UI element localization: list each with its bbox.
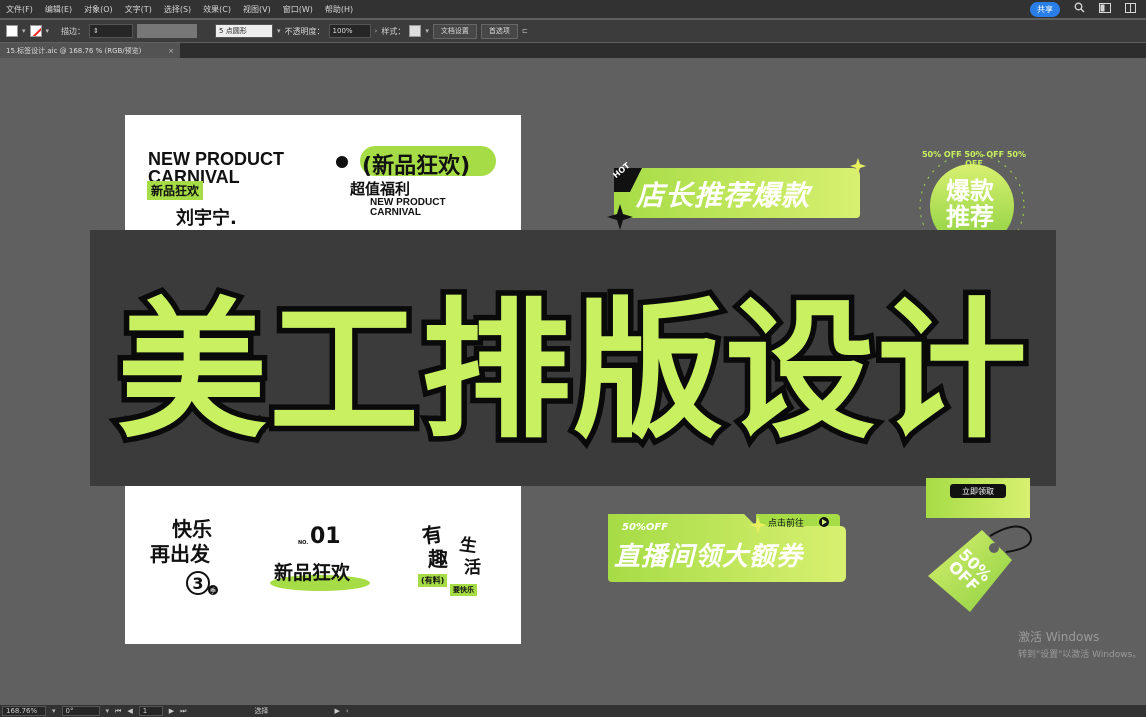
zoom-value: 168.76% <box>6 707 38 715</box>
chevron-down-icon[interactable]: ▾ <box>22 27 26 35</box>
style-swatch[interactable] <box>409 25 422 37</box>
brush-field[interactable]: 5 点圆形 <box>215 24 274 38</box>
menu-effect[interactable]: 效果(C) <box>197 4 237 15</box>
np-tag: 新品狂欢 <box>147 181 204 200</box>
close-icon[interactable]: × <box>168 47 174 55</box>
zoom-field[interactable]: 168.76% <box>2 706 46 716</box>
np-name: 刘宇宁. <box>176 208 237 229</box>
no-text: 新品狂欢 <box>274 562 351 584</box>
document-setup-button[interactable]: 文档设置 <box>432 23 477 39</box>
menu-bar: 文件(F) 编辑(E) 对象(O) 文字(T) 选择(S) 效果(C) 视图(V… <box>0 0 1146 18</box>
shop-banner-text: 店长推荐爆款 <box>636 179 811 212</box>
stroke-weight-field[interactable]: ⇕ <box>89 24 134 38</box>
bullet-dot <box>336 156 348 168</box>
carnival-cn: 新品狂欢 <box>372 154 461 179</box>
menu-edit[interactable]: 编辑(E) <box>39 4 78 15</box>
page-field[interactable]: 1 <box>138 706 163 716</box>
menu-window[interactable]: 窗口(W) <box>277 4 319 15</box>
carnival-en2: CARNIVAL <box>370 207 421 218</box>
menu-view[interactable]: 视图(V) <box>237 4 277 15</box>
document-tab[interactable]: 15.标签设计.aic @ 168.76 % (RGB/预览) × <box>0 43 180 58</box>
chevron-down-icon[interactable]: ▾ <box>425 27 429 35</box>
fun-char-2: 趣 <box>428 547 448 571</box>
menu-select[interactable]: 选择(S) <box>158 4 197 15</box>
workspace-icon[interactable] <box>1099 2 1111 16</box>
fun-tag: (有料) <box>418 574 448 587</box>
scroll-left-icon[interactable]: ‹ <box>346 707 349 715</box>
stroke-swatch[interactable] <box>29 25 42 37</box>
opacity-field[interactable]: 100% <box>328 24 371 38</box>
menu-file[interactable]: 文件(F) <box>0 4 39 15</box>
fun-char-4: 活 <box>464 558 481 578</box>
happy-line2: 再出发 <box>150 542 210 566</box>
preferences-button[interactable]: 首选项 <box>480 23 518 39</box>
control-bar: ▾ ▾ 描边： ⇕ 5 点圆形 ▾ 不透明度： 100% › 样式： ▾ 文档设… <box>0 20 1146 42</box>
first-page-icon[interactable]: ⏮ <box>115 707 121 716</box>
carnival-sub: 超值福利 <box>350 180 411 198</box>
circle-text: 爆款推荐 <box>946 177 994 232</box>
rotate-value: 0° <box>65 707 74 715</box>
menu-object[interactable]: 对象(O) <box>78 4 119 15</box>
search-icon[interactable] <box>1074 2 1085 16</box>
variable-width-field[interactable] <box>137 24 198 38</box>
happy-small: 季 <box>208 585 218 595</box>
fun-sub: 要快乐 <box>450 584 477 596</box>
last-page-icon[interactable]: ⏭ <box>180 707 186 716</box>
prev-page-icon[interactable]: ◀ <box>127 707 132 715</box>
happy-number: 3 <box>186 571 210 595</box>
opacity-label: 不透明度： <box>284 26 325 36</box>
no-label: NO. <box>298 540 309 546</box>
style-label: 样式： <box>381 26 406 36</box>
live-off: 50%OFF <box>622 522 669 533</box>
stroke-label: 描边： <box>61 26 86 36</box>
next-page-icon[interactable]: ▶ <box>169 707 174 715</box>
np-line1: NEW PRODUCT <box>148 149 284 169</box>
status-arrow-icon[interactable]: ▶ <box>334 707 339 715</box>
align-options-icon[interactable]: ⊏ <box>522 27 528 35</box>
chevron-right-icon[interactable]: › <box>375 27 378 35</box>
rotate-field[interactable]: 0° <box>61 706 100 716</box>
status-bar: 168.76% ▾ 0° ▾ ⏮ ◀ 1 ▶ ⏭ 选择 ▶ ‹ <box>0 705 1146 717</box>
menu-right-group: 共享 <box>1030 1 1146 17</box>
activation-watermark: 激活 Windows 转到"设置"以激活 Windows。 <box>1018 628 1141 660</box>
happy-line1: 快乐 <box>172 517 212 541</box>
title-panel: 美工排版设计 <box>90 230 1056 486</box>
document-tab-bar: 15.标签设计.aic @ 168.76 % (RGB/预览) × <box>0 43 1146 58</box>
no-number: 01 <box>310 524 341 549</box>
share-button[interactable]: 共享 <box>1030 1 1060 17</box>
fill-swatch[interactable] <box>6 25 18 37</box>
chevron-down-icon[interactable]: ▾ <box>46 27 50 35</box>
tool-status: 选择 <box>254 707 269 715</box>
circle-ring-text: 50% OFF 50% OFF 50% OFF <box>921 150 1027 168</box>
opacity-value: 100% <box>332 27 353 35</box>
brush-value: 5 点圆形 <box>219 27 247 35</box>
chevron-down-icon[interactable]: ▾ <box>277 27 281 35</box>
watermark-line2: 转到"设置"以激活 Windows。 <box>1018 650 1142 660</box>
claim-button[interactable]: 立即领取 <box>950 484 1006 498</box>
page-title: 美工排版设计 <box>111 279 1032 464</box>
carnival-cn-wrap: (新品狂欢) <box>362 154 471 179</box>
watermark-line1: 激活 Windows <box>1018 630 1100 644</box>
live-go[interactable]: 点击前往 <box>768 516 804 529</box>
page-value: 1 <box>142 707 148 715</box>
chevron-down-icon[interactable]: ▾ <box>106 707 110 715</box>
chevron-down-icon[interactable]: ▾ <box>52 707 56 715</box>
live-main-text: 直播间领大额券 <box>614 542 804 572</box>
arrange-panels-icon[interactable] <box>1125 2 1136 16</box>
document-tab-label: 15.标签设计.aic @ 168.76 % (RGB/预览) <box>6 46 142 55</box>
menu-help[interactable]: 帮助(H) <box>319 4 359 15</box>
menu-type[interactable]: 文字(T) <box>119 4 158 15</box>
